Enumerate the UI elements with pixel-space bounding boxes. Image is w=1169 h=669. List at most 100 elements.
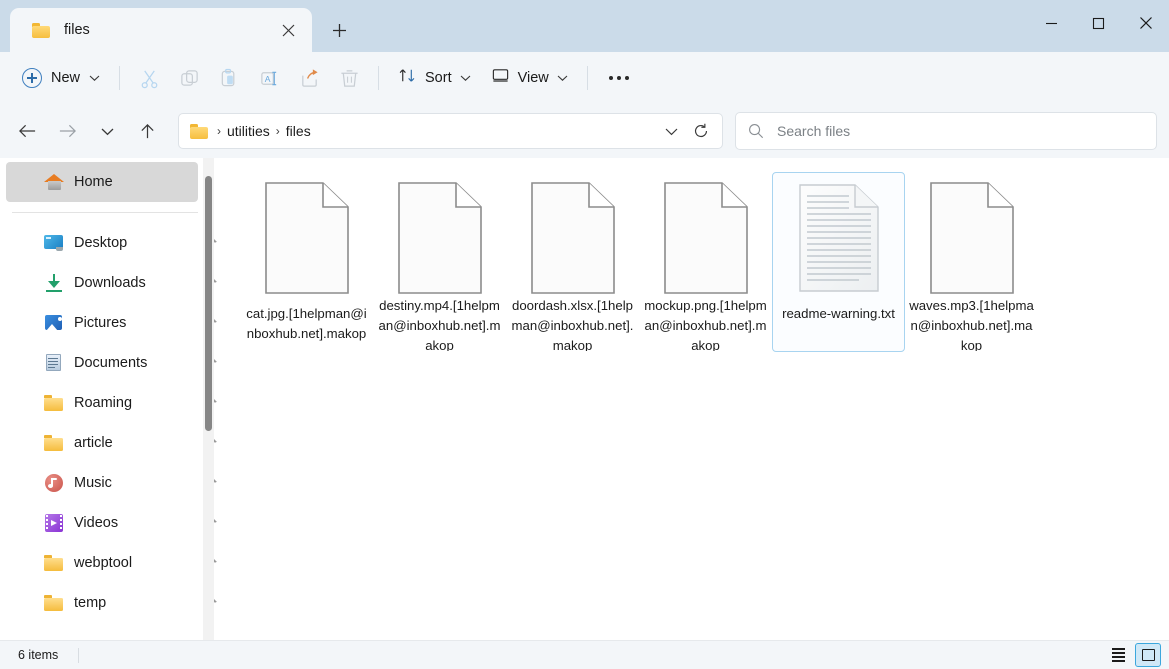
large-icons-view-button[interactable] [1135,643,1161,667]
sort-label: Sort [425,70,452,86]
window-controls [1028,0,1169,46]
blank-document-icon [264,182,349,294]
paste-button[interactable] [209,60,249,96]
status-bar: 6 items [0,640,1169,669]
file-list-view[interactable]: cat.jpg.[1helpman@inboxhub.net].makop de… [222,158,1169,640]
sidebar-item-documents[interactable]: Documents [6,343,217,383]
plus-circle-icon [22,68,42,88]
blank-document-icon [397,182,482,294]
text-document-icon [797,182,881,294]
documents-icon [44,354,64,372]
navigation-pane: Home Desktop Downloads Pictures Document… [0,158,222,640]
sidebar-item-label: Music [74,475,112,491]
view-button[interactable]: View [481,60,578,96]
sidebar-divider [12,212,198,213]
item-count: 6 items [18,648,59,662]
refresh-icon[interactable] [686,116,716,146]
breadcrumb-item-files[interactable]: files [281,121,316,141]
minimize-icon[interactable] [1028,0,1075,46]
maximize-icon[interactable] [1075,0,1122,46]
sidebar-item-label: Videos [74,515,119,531]
command-bar: New A Sort View [0,52,1169,104]
sidebar-item-videos[interactable]: Videos [6,503,217,543]
file-explorer-window: files New A Sort View › utilities › file… [0,0,1169,669]
blank-document-icon [530,182,615,294]
divider [119,66,121,90]
rename-button[interactable]: A [249,60,289,96]
folder-icon [44,554,64,572]
file-item[interactable]: readme-warning.txt [772,172,905,352]
folder-icon [190,123,208,139]
sidebar-item-desktop[interactable]: Desktop [6,223,217,263]
see-more-button[interactable] [597,60,641,96]
forward-icon[interactable] [50,114,84,148]
sidebar-scrollbar-thumb[interactable] [205,176,212,431]
address-bar[interactable]: › utilities › files [178,113,723,149]
download-icon [44,274,64,292]
file-name: cat.jpg.[1helpman@inboxhub.net].makop [246,306,367,341]
details-view-button[interactable] [1105,643,1131,667]
cut-button[interactable] [129,60,169,96]
sidebar-item-music[interactable]: Music [6,463,217,503]
pictures-icon [44,314,64,332]
file-name: doordash.xlsx.[1helpman@inboxhub.net].ma… [511,297,634,351]
sidebar-item-downloads[interactable]: Downloads [6,263,217,303]
new-button[interactable]: New [16,61,110,95]
new-tab-icon[interactable] [322,13,356,47]
view-icon [491,66,510,90]
delete-button[interactable] [329,60,369,96]
chevron-down-icon [460,74,471,82]
folder-icon [44,594,64,612]
sidebar-item-pictures[interactable]: Pictures [6,303,217,343]
navigation-bar: › utilities › files [0,104,1169,158]
file-item[interactable]: waves.mp3.[1helpman@inboxhub.net].makop [905,172,1038,352]
file-item[interactable]: doordash.xlsx.[1helpman@inboxhub.net].ma… [506,172,639,352]
file-item[interactable]: cat.jpg.[1helpman@inboxhub.net].makop [240,172,373,352]
recent-locations-icon[interactable] [90,114,124,148]
file-name: destiny.mp4.[1helpman@inboxhub.net].mako… [378,297,501,351]
share-button[interactable] [289,60,329,96]
sidebar-item-label: Pictures [74,315,127,331]
sidebar-item-webptool[interactable]: webptool [6,543,217,583]
close-window-icon[interactable] [1122,0,1169,46]
blank-document-icon [929,182,1014,294]
divider [78,647,80,663]
sidebar-item-label: Home [74,174,113,190]
grid-icon [1141,649,1155,661]
close-icon[interactable] [274,16,302,44]
back-icon[interactable] [10,114,44,148]
svg-text:A: A [264,73,270,83]
sidebar-item-temp[interactable]: temp [6,583,217,623]
sidebar-item-label: Downloads [74,275,146,291]
sidebar-item-label: article [74,435,113,451]
breadcrumb-separator: › [275,124,280,138]
search-box[interactable] [735,112,1157,150]
tab-files[interactable]: files [10,8,312,52]
up-icon[interactable] [130,114,164,148]
sidebar-scrollbar[interactable] [203,158,214,640]
file-grid: cat.jpg.[1helpman@inboxhub.net].makop de… [240,172,1169,358]
sort-button[interactable]: Sort [388,60,481,96]
chevron-down-icon [557,74,568,82]
sidebar-item-article[interactable]: article [6,423,217,463]
sort-icon [398,66,417,90]
divider [586,66,588,90]
copy-button[interactable] [169,60,209,96]
chevron-down-icon[interactable] [656,116,686,146]
blank-document-icon [663,182,748,294]
breadcrumb-item-utilities[interactable]: utilities [222,121,275,141]
sidebar-item-label: temp [74,595,107,611]
view-toggle-group [1105,643,1161,667]
sidebar-item-home[interactable]: Home [6,162,198,202]
divider [378,66,380,90]
search-input[interactable] [777,123,1144,139]
file-item[interactable]: mockup.png.[1helpman@inboxhub.net].makop [639,172,772,352]
sidebar-item-roaming[interactable]: Roaming [6,383,217,423]
new-button-label: New [51,70,81,86]
explorer-body: Home Desktop Downloads Pictures Document… [0,158,1169,640]
breadcrumb: › utilities › files [216,121,656,141]
sidebar-item-label: Desktop [74,235,128,251]
sidebar-item-label: Documents [74,355,148,371]
file-item[interactable]: destiny.mp4.[1helpman@inboxhub.net].mako… [373,172,506,352]
file-name: readme-warning.txt [782,306,895,321]
